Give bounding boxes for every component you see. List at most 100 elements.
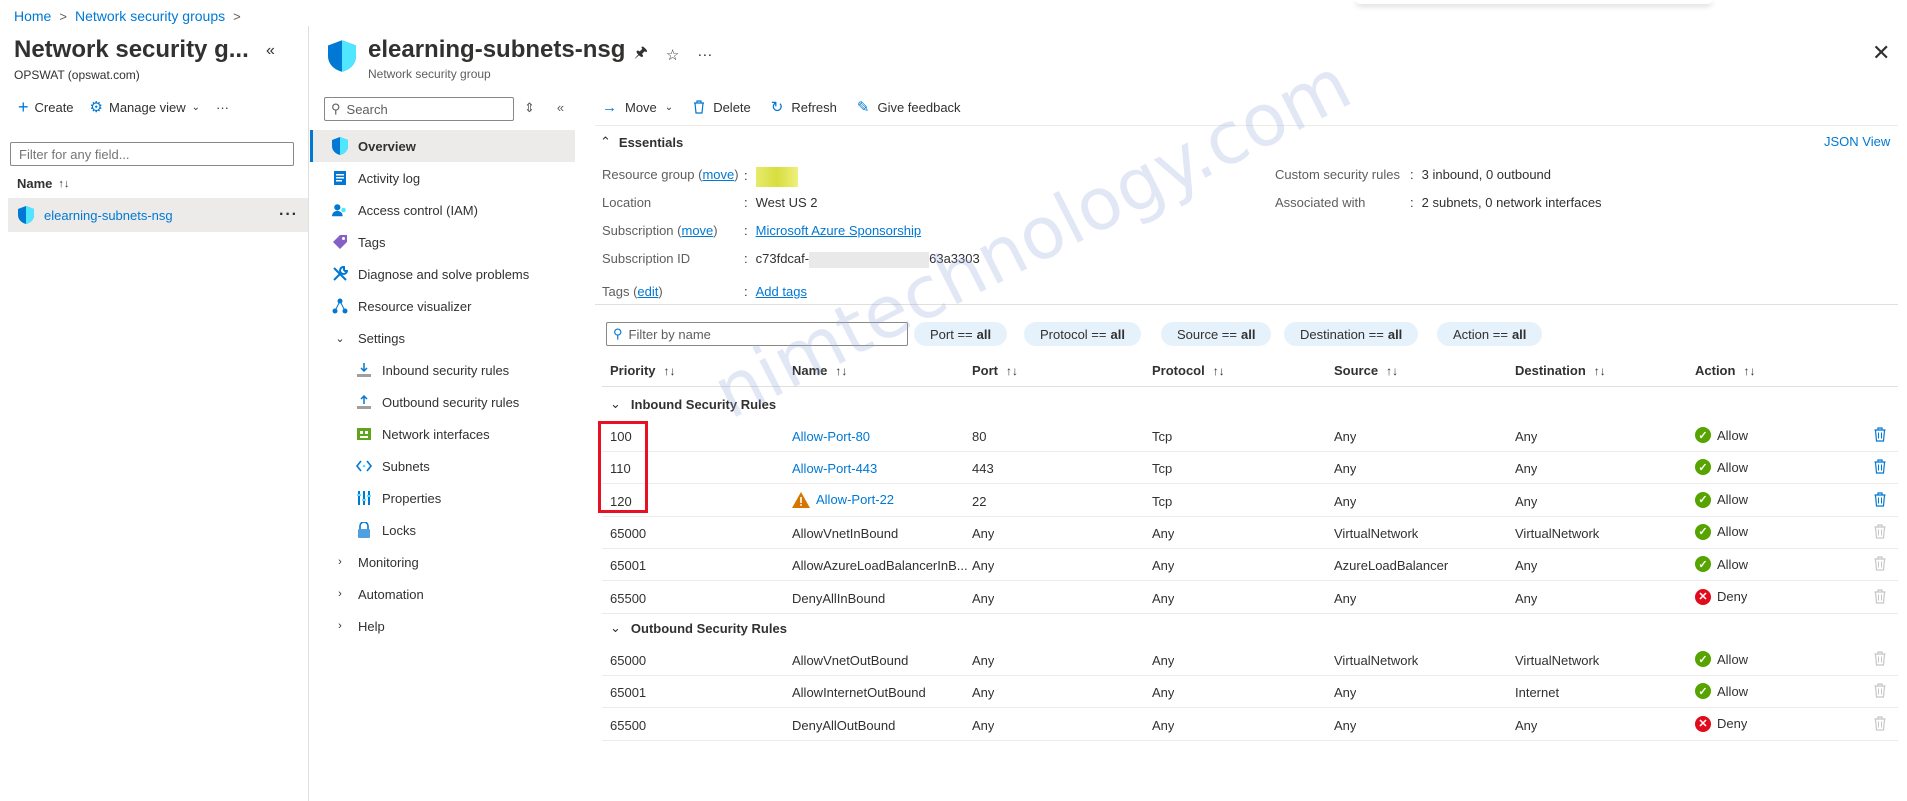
menu-item-activity-log[interactable]: Activity log — [310, 162, 575, 194]
menu-item-label: Automation — [358, 586, 424, 602]
menu-item-settings[interactable]: ⌄ Settings — [310, 322, 575, 354]
rule-port: Any — [972, 558, 995, 574]
rule-name[interactable]: Allow-Port-80 — [792, 429, 870, 444]
delete-rule-icon — [1874, 715, 1886, 731]
properties-icon — [356, 490, 372, 506]
menu-item-tags[interactable]: Tags — [310, 226, 575, 258]
menu-item-access-control-iam[interactable]: Access control (IAM) — [310, 194, 575, 226]
menu-item-label: Locks — [382, 522, 416, 538]
warning-icon[interactable] — [792, 491, 810, 508]
pin-icon[interactable]: 🖈 — [634, 42, 648, 67]
menu-item-monitoring[interactable]: › Monitoring — [310, 546, 575, 578]
filter-pill-action[interactable]: Action == all — [1437, 322, 1543, 346]
rule-name-cell: AllowVnetOutBound — [792, 653, 908, 668]
row-more-button[interactable]: ··· — [279, 206, 298, 224]
nic-icon — [356, 426, 372, 442]
essentials-toggle[interactable]: ⌃ Essentials — [600, 134, 683, 150]
menu-item-properties[interactable]: Properties — [310, 482, 575, 514]
table-row[interactable]: 100 Allow-Port-80 80 Tcp Any Any ✓ Allow — [602, 420, 1898, 452]
more-icon[interactable]: ··· — [697, 46, 712, 63]
subscription-move-link[interactable]: move — [682, 223, 714, 238]
collapse-pane-icon[interactable]: « — [266, 42, 275, 60]
manage-view-button[interactable]: ⚙ Manage view ⌄ — [90, 98, 200, 116]
filter-pill-value: all — [1110, 326, 1125, 342]
trash-icon — [694, 100, 705, 114]
delete-rule-icon[interactable] — [1874, 427, 1886, 442]
table-row[interactable]: 120 Allow-Port-22 22 Tcp Any Any ✓ Allow — [602, 485, 1898, 517]
more-actions-button[interactable]: ··· — [216, 100, 229, 115]
name-column-header[interactable]: Name ↑↓ — [17, 176, 69, 191]
create-button[interactable]: + Create — [18, 98, 74, 116]
tags-edit-link[interactable]: edit — [637, 284, 658, 299]
rule-destination: Any — [1515, 717, 1538, 733]
rule-source: Any — [1334, 461, 1357, 477]
column-header-destination[interactable]: Destination ↑↓ — [1515, 363, 1606, 378]
menu-item-outbound-security-rules[interactable]: Outbound security rules — [310, 386, 575, 418]
menu-item-automation[interactable]: › Automation — [310, 578, 575, 610]
expand-collapse-icon[interactable]: ⇕ — [524, 100, 535, 116]
page-title: elearning-subnets-nsg — [368, 36, 626, 63]
column-header-protocol[interactable]: Protocol ↑↓ — [1152, 363, 1225, 378]
filter-pill-port[interactable]: Port == all — [914, 322, 1008, 346]
filter-pill-key: Action == — [1453, 326, 1508, 342]
rule-source: Any — [1334, 590, 1357, 606]
close-icon[interactable]: ✕ — [1872, 40, 1890, 66]
table-row[interactable]: 65500 DenyAllOutBound Any Any Any Any ✕ Deny — [602, 709, 1898, 741]
error-circle-icon: ✕ — [1695, 715, 1711, 732]
column-header-port[interactable]: Port ↑↓ — [972, 363, 1018, 378]
shield-icon — [18, 206, 34, 224]
rule-port: 80 — [972, 429, 987, 444]
filter-pill-destination[interactable]: Destination == all — [1284, 322, 1419, 346]
collapse-menu-icon[interactable]: « — [557, 100, 564, 116]
table-row[interactable]: 65000 AllowVnetOutBound Any Any VirtualNetwo… — [602, 644, 1898, 676]
menu-item-resource-visualizer[interactable]: Resource visualizer — [310, 290, 575, 322]
group-toggle[interactable]: ⌄ Inbound Security Rules — [602, 388, 776, 420]
rule-name[interactable]: Allow-Port-22 — [816, 492, 894, 507]
table-row[interactable]: 65001 AllowAzureLoadBalancerInB... Any Any A… — [602, 549, 1898, 582]
filter-pill-source[interactable]: Source == all — [1161, 322, 1272, 346]
resource-group-move-link[interactable]: move — [702, 167, 734, 182]
refresh-button[interactable]: ↻ Refresh — [771, 98, 837, 116]
rule-filter-input[interactable]: ⚲ Filter by name — [606, 322, 908, 346]
column-header-name[interactable]: Name ↑↓ — [792, 363, 847, 378]
subscription-link[interactable]: Microsoft Azure Sponsorship — [756, 223, 921, 238]
menu-item-subnets[interactable]: Subnets — [310, 450, 575, 482]
breadcrumb-nsg-list[interactable]: Network security groups — [75, 8, 225, 24]
rule-priority: 65001 — [610, 685, 647, 701]
menu-item-overview[interactable]: Overview — [310, 130, 575, 162]
star-icon[interactable]: ☆ — [666, 46, 679, 64]
menu-item-help[interactable]: › Help — [310, 610, 575, 642]
shield-icon — [332, 137, 348, 155]
column-header-label: Destination — [1515, 363, 1586, 378]
delete-rule-icon[interactable] — [1874, 459, 1886, 474]
menu-item-diagnose-and-solve-problems[interactable]: Diagnose and solve problems — [310, 258, 575, 290]
group-toggle[interactable]: ⌄ Outbound Security Rules — [602, 612, 787, 644]
list-filter-input[interactable] — [10, 142, 294, 166]
delete-button[interactable]: Delete — [693, 100, 751, 115]
add-tags-link[interactable]: Add tags — [756, 284, 807, 299]
list-item[interactable]: elearning-subnets-nsg ··· — [8, 198, 308, 232]
rule-destination: Any — [1515, 493, 1538, 509]
menu-search-input[interactable]: ⚲ Search — [324, 97, 514, 121]
menu-item-network-interfaces[interactable]: Network interfaces — [310, 418, 575, 450]
json-view-link[interactable]: JSON View — [1824, 134, 1890, 149]
location-value: : West US 2 — [744, 195, 818, 210]
menu-item-inbound-security-rules[interactable]: Inbound security rules — [310, 354, 575, 386]
move-button[interactable]: → Move ⌄ — [602, 99, 673, 116]
table-row[interactable]: 65500 DenyAllInBound Any Any Any Any ✕ Deny — [602, 582, 1898, 614]
rule-protocol: Any — [1152, 525, 1175, 541]
menu-item-locks[interactable]: Locks — [310, 514, 575, 546]
rule-action: Allow — [1717, 492, 1749, 508]
feedback-button[interactable]: ✎ Give feedback — [857, 98, 961, 116]
breadcrumb-home[interactable]: Home — [14, 8, 51, 24]
delete-rule-icon[interactable] — [1874, 491, 1886, 507]
filter-pill-protocol[interactable]: Protocol == all — [1024, 322, 1141, 346]
table-row[interactable]: 65000 AllowVnetInBound Any Any VirtualNetwor… — [602, 517, 1898, 549]
table-row[interactable]: 65001 AllowInternetOutBound Any Any Any Inter… — [602, 676, 1898, 709]
rule-name[interactable]: Allow-Port-443 — [792, 461, 877, 476]
delete-rule-icon — [1874, 556, 1886, 571]
column-header-priority[interactable]: Priority ↑↓ — [610, 363, 676, 378]
column-header-source[interactable]: Source ↑↓ — [1334, 363, 1398, 378]
table-row[interactable]: 110 Allow-Port-443 443 Tcp Any Any ✓ Allow — [602, 452, 1898, 485]
column-header-action[interactable]: Action ↑↓ — [1695, 363, 1755, 378]
